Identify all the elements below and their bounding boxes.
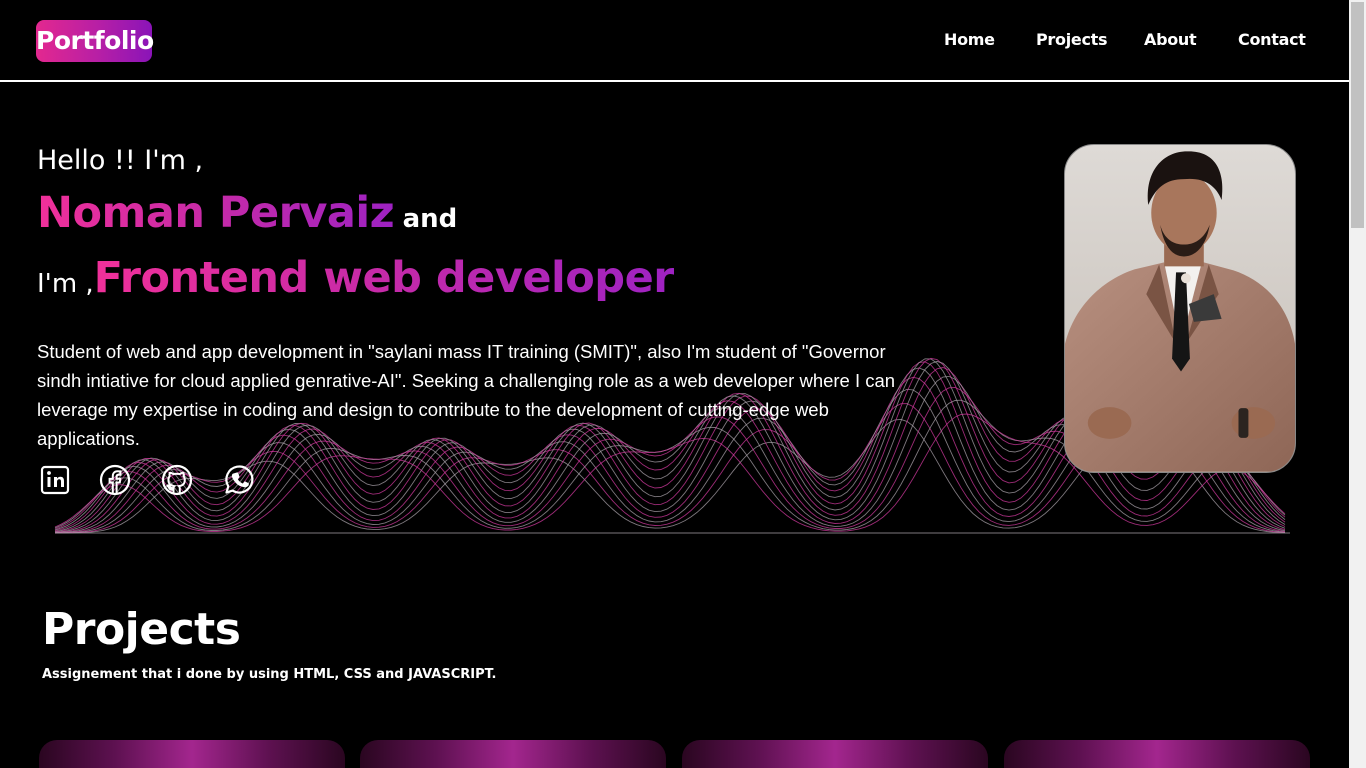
- projects-subtitle: Assignement that i done by using HTML, C…: [42, 667, 497, 682]
- project-card[interactable]: [682, 740, 988, 768]
- project-card[interactable]: [360, 740, 666, 768]
- nav-contact-link[interactable]: Contact: [1238, 30, 1306, 49]
- hero-bio: Student of web and app development in "s…: [37, 340, 896, 449]
- nav-projects-link[interactable]: Projects: [1036, 30, 1108, 49]
- scrollbar-thumb[interactable]: [1351, 2, 1364, 228]
- linkedin-link[interactable]: [37, 462, 73, 498]
- projects-title: Projects: [42, 604, 241, 655]
- vertical-scrollbar[interactable]: [1349, 0, 1366, 768]
- profile-photo: [1064, 144, 1296, 473]
- hero-role: Frontend web developer: [93, 253, 675, 303]
- hero-and-text: and: [402, 204, 458, 234]
- hero-name-row: Noman Pervaiz and: [37, 188, 457, 238]
- page: Portfolio Home Projects About Contact He…: [0, 0, 1349, 768]
- linkedin-icon: [40, 465, 70, 495]
- nav-about-link[interactable]: About: [1144, 30, 1197, 49]
- project-card[interactable]: [39, 740, 345, 768]
- profile-photo-illustration: [1065, 151, 1295, 472]
- facebook-link[interactable]: [97, 462, 133, 498]
- github-icon: [161, 464, 193, 496]
- hero-role-row: I'm ,Frontend web developer: [37, 253, 674, 303]
- hero-greeting: Hello !! I'm ,: [37, 145, 204, 176]
- logo[interactable]: Portfolio: [36, 20, 154, 62]
- whatsapp-icon: [225, 465, 254, 494]
- nav-home-link[interactable]: Home: [944, 30, 995, 49]
- facebook-icon: [99, 464, 131, 496]
- hero-name: Noman Pervaiz: [37, 188, 395, 238]
- project-card[interactable]: [1004, 740, 1310, 768]
- hero-im-text: I'm ,: [37, 269, 94, 299]
- github-link[interactable]: [159, 462, 195, 498]
- navbar: Portfolio Home Projects About Contact: [0, 0, 1349, 82]
- whatsapp-link[interactable]: [220, 462, 256, 498]
